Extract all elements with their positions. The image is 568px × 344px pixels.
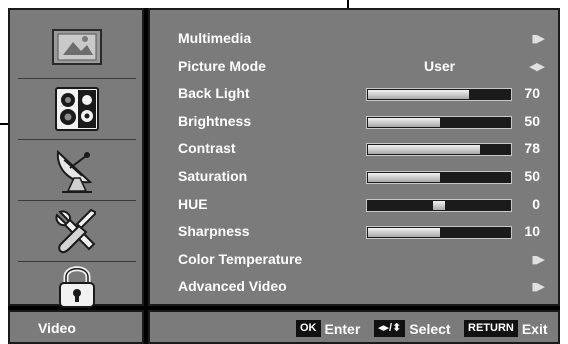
submenu-arrow-icon: ▮▶ bbox=[531, 33, 544, 45]
menu-row-color-temperature[interactable]: Color Temperature ▮▶ bbox=[150, 246, 558, 273]
lock-icon bbox=[55, 258, 99, 308]
section-title: Video bbox=[38, 320, 76, 336]
menu-row-label: Color Temperature bbox=[178, 250, 303, 267]
satellite-dish-icon bbox=[52, 146, 102, 194]
return-key: RETURN bbox=[464, 320, 518, 337]
slider-fill bbox=[368, 117, 440, 127]
menu-row-hue[interactable]: HUE 0 bbox=[150, 191, 558, 218]
slider-fill bbox=[368, 90, 469, 100]
submenu-arrow-icon: ▮▶ bbox=[531, 281, 544, 294]
picture-icon bbox=[51, 27, 103, 67]
return-action: Exit bbox=[521, 320, 548, 337]
slider-fill bbox=[368, 228, 440, 238]
slider-fill bbox=[368, 173, 440, 182]
level-slider[interactable] bbox=[366, 88, 512, 102]
level-slider[interactable] bbox=[366, 198, 512, 212]
level-slider[interactable] bbox=[366, 143, 512, 157]
ok-key: OK bbox=[296, 320, 321, 337]
speaker-icon bbox=[53, 86, 101, 132]
menu-row-label: Picture Mode bbox=[178, 57, 266, 74]
category-setup[interactable] bbox=[18, 202, 136, 260]
slider-knob[interactable] bbox=[433, 200, 445, 210]
select-action: Select bbox=[409, 320, 451, 337]
slider-value: 0 bbox=[532, 195, 540, 212]
menu-row-contrast[interactable]: Contrast 78 bbox=[150, 135, 558, 162]
menu-row-label: Contrast bbox=[178, 140, 236, 157]
key-hint-bar: OK Enter ◂▸/⬍ Select RETURN Exit bbox=[148, 310, 560, 344]
category-channel[interactable] bbox=[18, 141, 136, 199]
menu-row-saturation[interactable]: Saturation 50 bbox=[150, 163, 558, 190]
picture-mode-value: User bbox=[424, 57, 456, 74]
menu-row-sharpness[interactable]: Sharpness 10 bbox=[150, 218, 558, 245]
rail-divider bbox=[18, 139, 136, 140]
menu-row-label: Saturation bbox=[178, 168, 248, 184]
category-rail bbox=[8, 8, 144, 308]
level-slider[interactable] bbox=[366, 115, 512, 129]
tv-osd: Multimedia ▮▶ Picture Mode User ◀▶ Back Light… bbox=[8, 8, 560, 344]
menu-row-advanced-video[interactable]: Advanced Video ▮▶ bbox=[150, 273, 558, 300]
hint-return: RETURN Exit bbox=[464, 320, 548, 337]
rail-divider bbox=[18, 78, 136, 79]
slider-value: 70 bbox=[524, 85, 540, 102]
category-lock[interactable] bbox=[18, 263, 136, 308]
menu-row-back-light[interactable]: Back Light 70 bbox=[150, 80, 558, 107]
slider-value: 50 bbox=[524, 168, 540, 184]
slider-value: 10 bbox=[524, 223, 540, 240]
menu-row-label: HUE bbox=[178, 195, 208, 212]
nav-key: ◂▸/⬍ bbox=[374, 320, 406, 337]
picture-menu: Multimedia ▮▶ Picture Mode User ◀▶ Back Light… bbox=[148, 8, 560, 306]
left-right-arrows-icon[interactable]: ◀▶ bbox=[529, 60, 545, 73]
slider-fill bbox=[368, 145, 480, 155]
category-audio[interactable] bbox=[18, 80, 136, 138]
hint-select: ◂▸/⬍ Select bbox=[374, 320, 451, 337]
menu-row-label: Advanced Video bbox=[178, 278, 287, 295]
menu-row-label: Sharpness bbox=[178, 223, 250, 240]
menu-row-picture-mode[interactable]: Picture Mode User ◀▶ bbox=[150, 53, 558, 80]
level-slider[interactable] bbox=[366, 171, 512, 184]
section-title-bar: Video bbox=[8, 310, 144, 344]
submenu-arrow-icon: ▮▶ bbox=[531, 253, 544, 266]
slider-value: 78 bbox=[524, 140, 540, 157]
menu-row-label: Brightness bbox=[178, 112, 252, 129]
ok-action: Enter bbox=[324, 320, 361, 337]
slider-value: 50 bbox=[524, 112, 540, 129]
menu-row-multimedia[interactable]: Multimedia ▮▶ bbox=[150, 25, 558, 52]
rail-divider bbox=[18, 200, 136, 201]
level-slider[interactable] bbox=[366, 226, 512, 240]
hint-ok: OK Enter bbox=[296, 320, 360, 337]
menu-row-label: Back Light bbox=[178, 85, 250, 102]
tools-icon bbox=[51, 206, 103, 256]
menu-row-brightness[interactable]: Brightness 50 bbox=[150, 108, 558, 135]
category-picture[interactable] bbox=[18, 18, 136, 76]
menu-row-label: Multimedia bbox=[178, 30, 252, 46]
